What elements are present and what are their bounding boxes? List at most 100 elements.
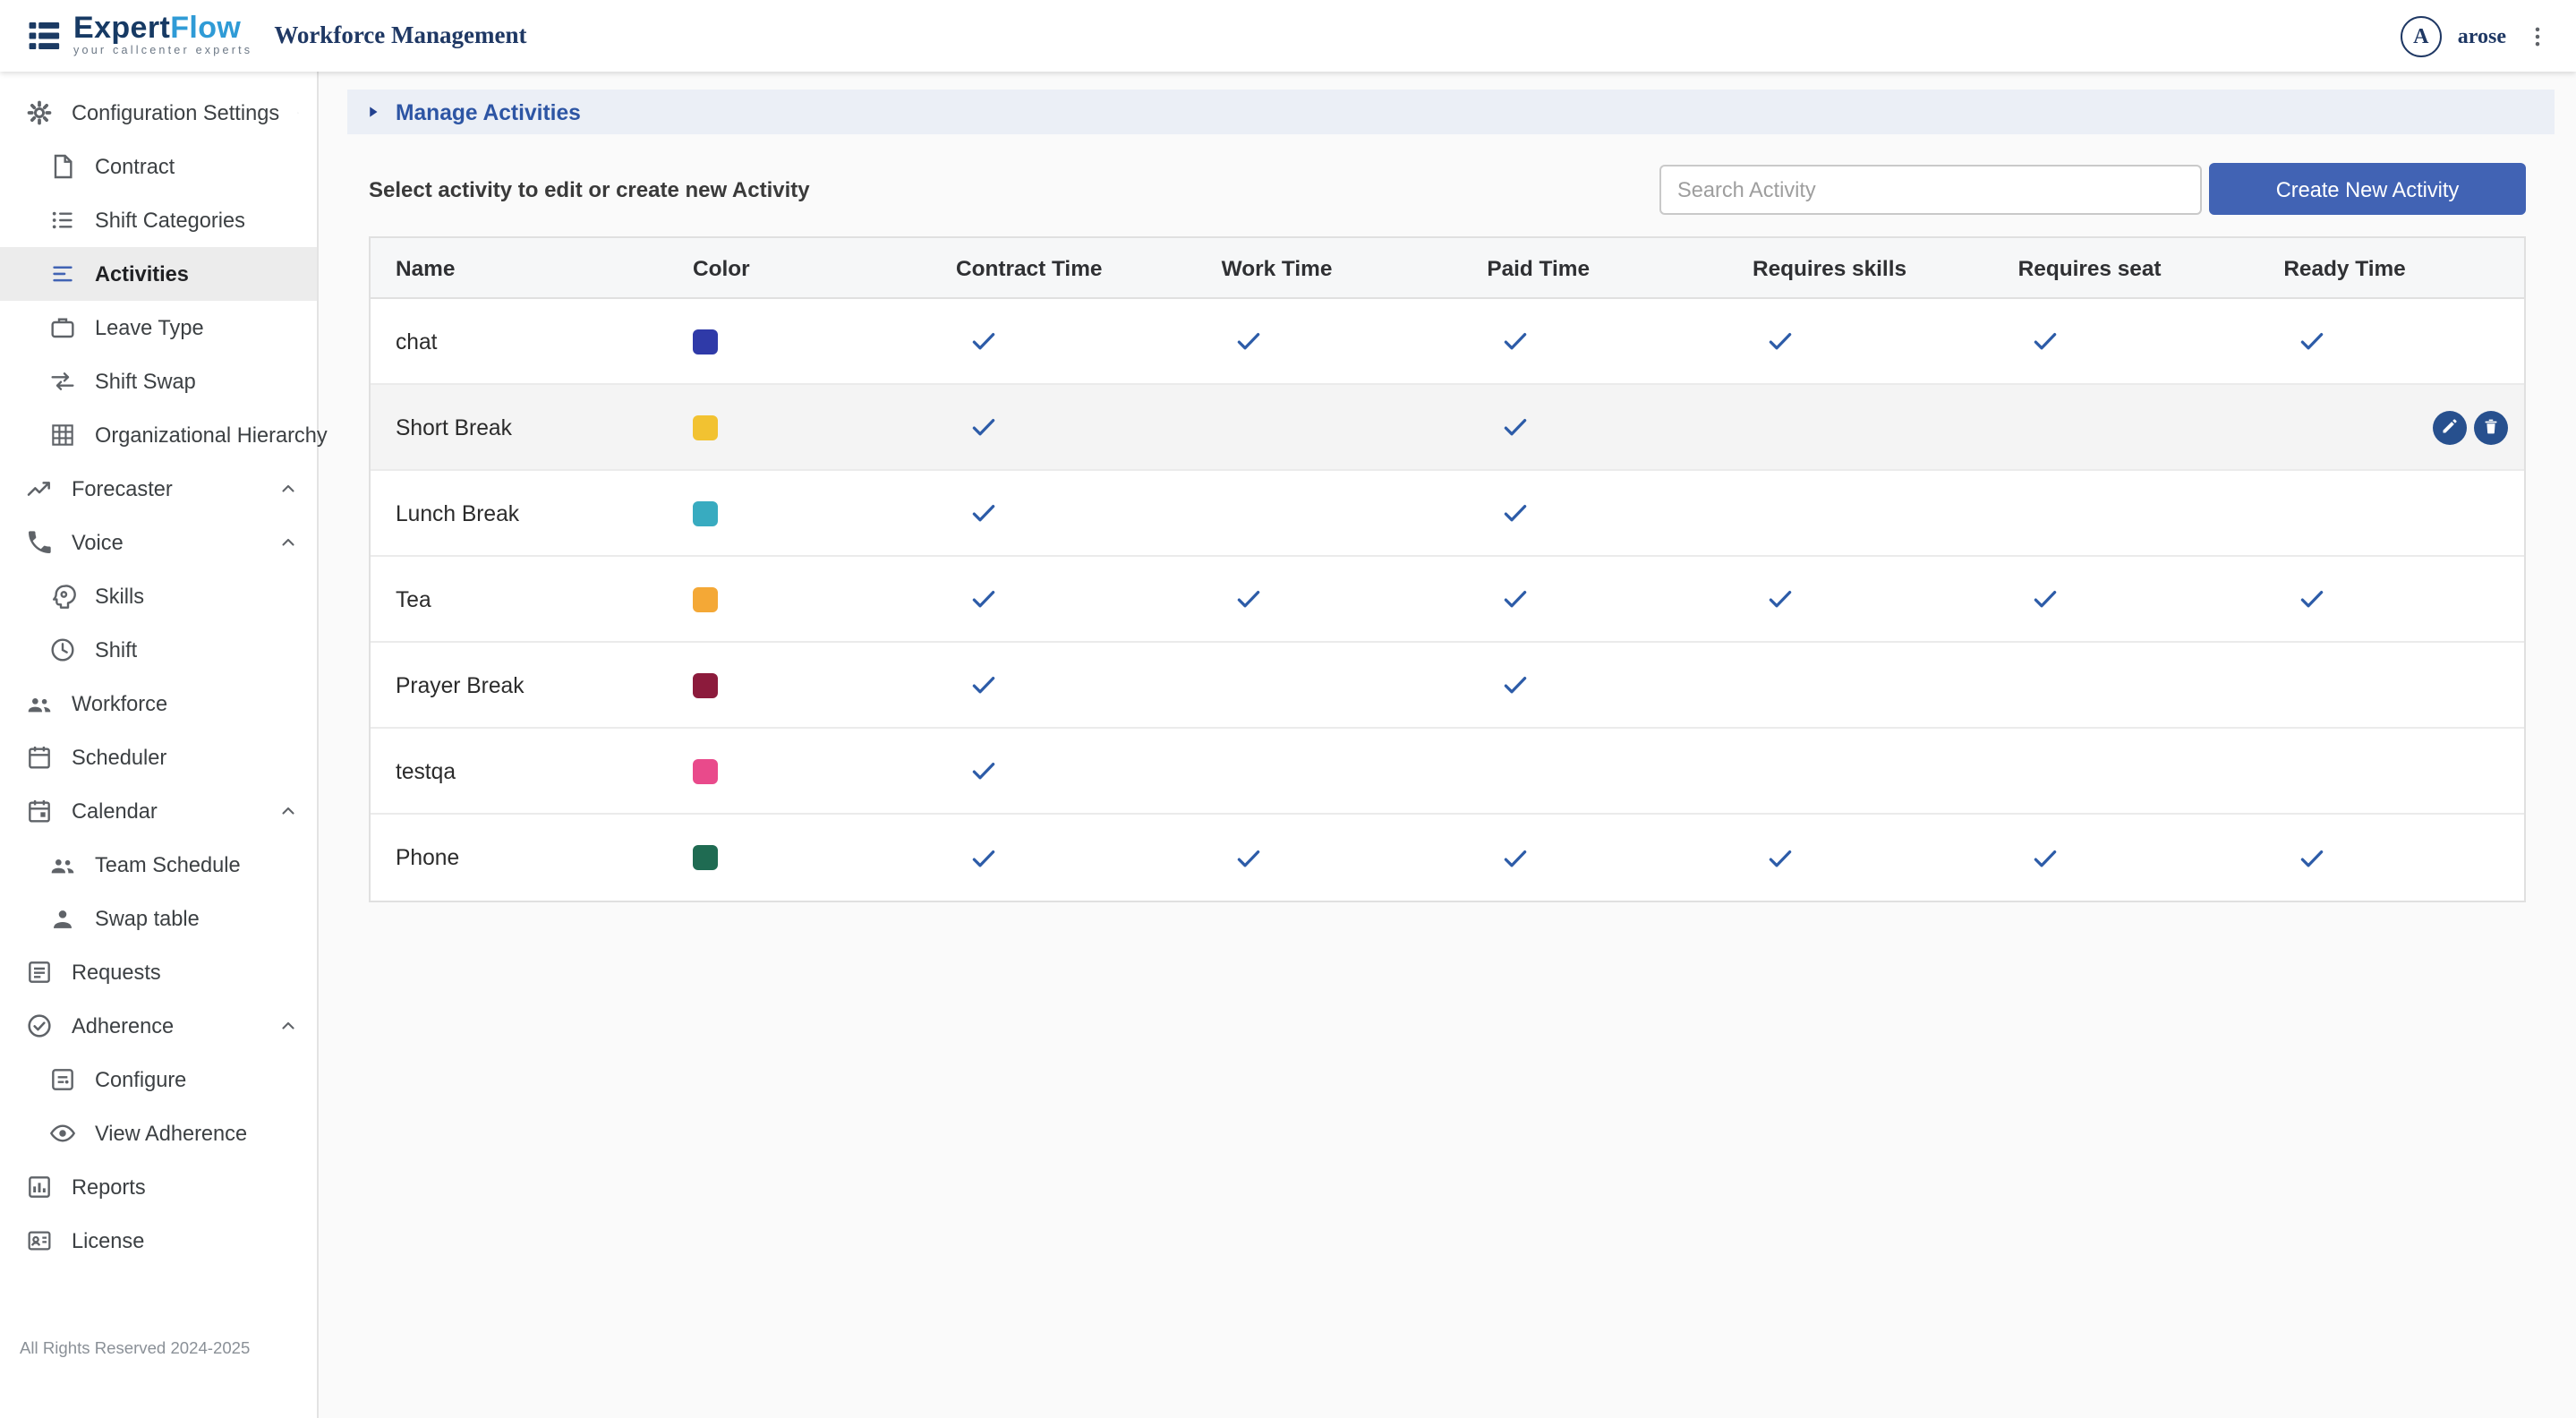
table-row-testqa[interactable]: testqa: [371, 729, 2524, 815]
delete-activity-button[interactable]: [2474, 410, 2508, 444]
color-swatch: [693, 500, 718, 525]
table-row-chat[interactable]: chat: [371, 299, 2524, 385]
create-new-activity-button[interactable]: Create New Activity: [2209, 163, 2526, 215]
chevron-up-icon[interactable]: [297, 102, 299, 124]
sidebar-item-label: Requests: [72, 960, 161, 985]
forecaster-icon: [25, 474, 54, 503]
sidebar-item-organizational-hierarchy[interactable]: Organizational Hierarchy: [0, 408, 317, 462]
activities-table: NameColorContract TimeWork TimePaid Time…: [369, 236, 2526, 902]
sidebar-item-configuration-settings[interactable]: Configuration Settings: [0, 86, 317, 140]
sidebar-item-label: Contract: [95, 154, 175, 179]
license-icon: [25, 1226, 54, 1255]
workforce-icon: [25, 689, 54, 718]
sidebar-item-label: Reports: [72, 1175, 146, 1200]
sidebar-item-workforce[interactable]: Workforce: [0, 677, 317, 730]
check-icon: [968, 498, 999, 528]
username: arose: [2458, 22, 2506, 49]
sidebar-item-forecaster[interactable]: Forecaster: [0, 462, 317, 516]
activity-name: Tea: [371, 586, 668, 611]
sidebar-item-shift[interactable]: Shift: [0, 623, 317, 677]
color-swatch: [693, 586, 718, 611]
check-icon: [1499, 412, 1530, 442]
sidebar-item-adherence[interactable]: Adherence: [0, 999, 317, 1053]
avatar[interactable]: A: [2401, 15, 2442, 56]
sidebar-item-calendar[interactable]: Calendar: [0, 784, 317, 838]
sidebar-item-configure[interactable]: Configure: [0, 1053, 317, 1106]
sidebar-item-label: Shift Categories: [95, 208, 245, 233]
reports-icon: [25, 1173, 54, 1201]
table-row-tea[interactable]: Tea: [371, 557, 2524, 643]
sidebar-item-label: Team Schedule: [95, 852, 241, 877]
logo-icon: [25, 16, 64, 56]
check-icon: [2296, 584, 2326, 614]
table-row-lunch-break[interactable]: Lunch Break: [371, 471, 2524, 557]
search-activity-input[interactable]: [1659, 164, 2202, 214]
edit-activity-button[interactable]: [2433, 410, 2467, 444]
sidebar-item-view-adherence[interactable]: View Adherence: [0, 1106, 317, 1160]
sidebar-item-label: View Adherence: [95, 1121, 247, 1146]
chevron-up-icon[interactable]: [277, 532, 299, 553]
sidebar-item-license[interactable]: License: [0, 1214, 317, 1268]
check-icon: [1234, 842, 1265, 873]
sidebar-item-leave-type[interactable]: Leave Type: [0, 301, 317, 354]
voice-icon: [25, 528, 54, 557]
check-icon: [2296, 326, 2326, 356]
check-icon: [1765, 584, 1796, 614]
delete-icon: [2481, 414, 2501, 440]
configure-icon: [48, 1065, 77, 1094]
color-swatch: [693, 414, 718, 440]
sidebar: Configuration Settings Contract Shift Cate…: [0, 72, 319, 1418]
sidebar-item-label: License: [72, 1228, 144, 1253]
sidebar-item-voice[interactable]: Voice: [0, 516, 317, 569]
sidebar-item-label: Swap table: [95, 906, 200, 931]
column-header-ready-time: Ready Time: [2258, 255, 2524, 280]
chevron-up-icon[interactable]: [277, 1015, 299, 1037]
table-row-short-break[interactable]: Short Break: [371, 385, 2524, 471]
manage-activities-expander[interactable]: Manage Activities: [347, 90, 2555, 134]
swap-table-icon: [48, 904, 77, 933]
kebab-menu-icon[interactable]: [2522, 20, 2551, 52]
calendar-icon: [25, 797, 54, 825]
activity-name: Lunch Break: [371, 500, 668, 525]
activity-name: testqa: [371, 758, 668, 783]
sidebar-item-shift-swap[interactable]: Shift Swap: [0, 354, 317, 408]
sidebar-item-contract[interactable]: Contract: [0, 140, 317, 193]
check-icon: [968, 756, 999, 786]
brand-tagline: your callcenter experts: [73, 47, 252, 59]
check-icon: [2031, 842, 2061, 873]
sidebar-item-team-schedule[interactable]: Team Schedule: [0, 838, 317, 892]
chevron-up-icon[interactable]: [277, 478, 299, 500]
chevron-up-icon[interactable]: [277, 800, 299, 822]
activities-icon: [48, 260, 77, 288]
check-icon: [1765, 326, 1796, 356]
view-adherence-icon: [48, 1119, 77, 1148]
sidebar-item-swap-table[interactable]: Swap table: [0, 892, 317, 945]
sidebar-item-activities[interactable]: Activities: [0, 247, 317, 301]
sidebar-item-label: Organizational Hierarchy: [95, 423, 328, 448]
sidebar-item-label: Skills: [95, 584, 144, 609]
sidebar-item-label: Forecaster: [72, 476, 173, 501]
sidebar-item-requests[interactable]: Requests: [0, 945, 317, 999]
shift-icon: [48, 636, 77, 664]
column-header-paid-time: Paid Time: [1462, 255, 1727, 280]
table-row-prayer-break[interactable]: Prayer Break: [371, 643, 2524, 729]
sidebar-item-label: Calendar: [72, 799, 158, 824]
sidebar-item-scheduler[interactable]: Scheduler: [0, 730, 317, 784]
check-icon: [1765, 842, 1796, 873]
table-row-phone[interactable]: Phone: [371, 815, 2524, 901]
sidebar-item-reports[interactable]: Reports: [0, 1160, 317, 1214]
check-icon: [1499, 584, 1530, 614]
expertflow-logo[interactable]: ExpertFlow your callcenter experts: [25, 13, 252, 59]
color-swatch: [693, 672, 718, 697]
activity-name: Short Break: [371, 414, 668, 440]
shift-categories-icon: [48, 206, 77, 235]
org-hierarchy-icon: [48, 421, 77, 449]
activity-name: Prayer Break: [371, 672, 668, 697]
sidebar-item-label: Leave Type: [95, 315, 204, 340]
gear-icon: [25, 98, 54, 127]
scheduler-icon: [25, 743, 54, 772]
sidebar-item-shift-categories[interactable]: Shift Categories: [0, 193, 317, 247]
check-icon: [1499, 498, 1530, 528]
sidebar-item-skills[interactable]: Skills: [0, 569, 317, 623]
check-icon: [1499, 670, 1530, 700]
